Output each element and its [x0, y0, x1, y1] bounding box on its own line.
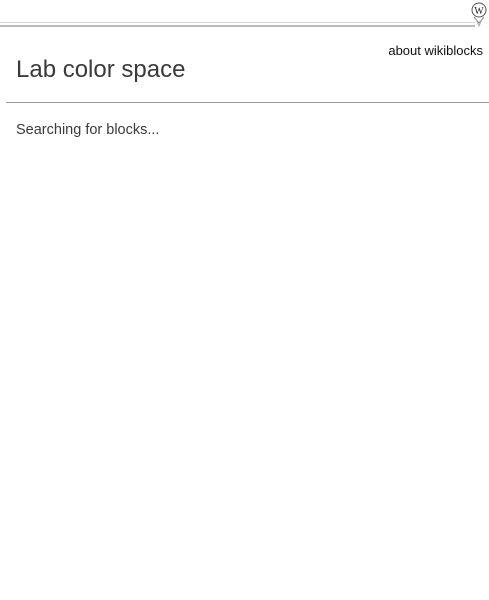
top-toolbar-strip: W [0, 0, 489, 29]
toolbar-rule-thin [0, 22, 475, 23]
svg-text:W: W [474, 6, 484, 17]
page-title: Lab color space [16, 56, 186, 83]
toolbar-rule-thick [0, 25, 475, 27]
search-status-text: Searching for blocks... [16, 122, 160, 138]
title-divider [6, 102, 489, 103]
wikipedia-w-icon[interactable]: W [471, 0, 487, 28]
about-wikiblocks-link[interactable]: about wikiblocks [388, 43, 483, 58]
